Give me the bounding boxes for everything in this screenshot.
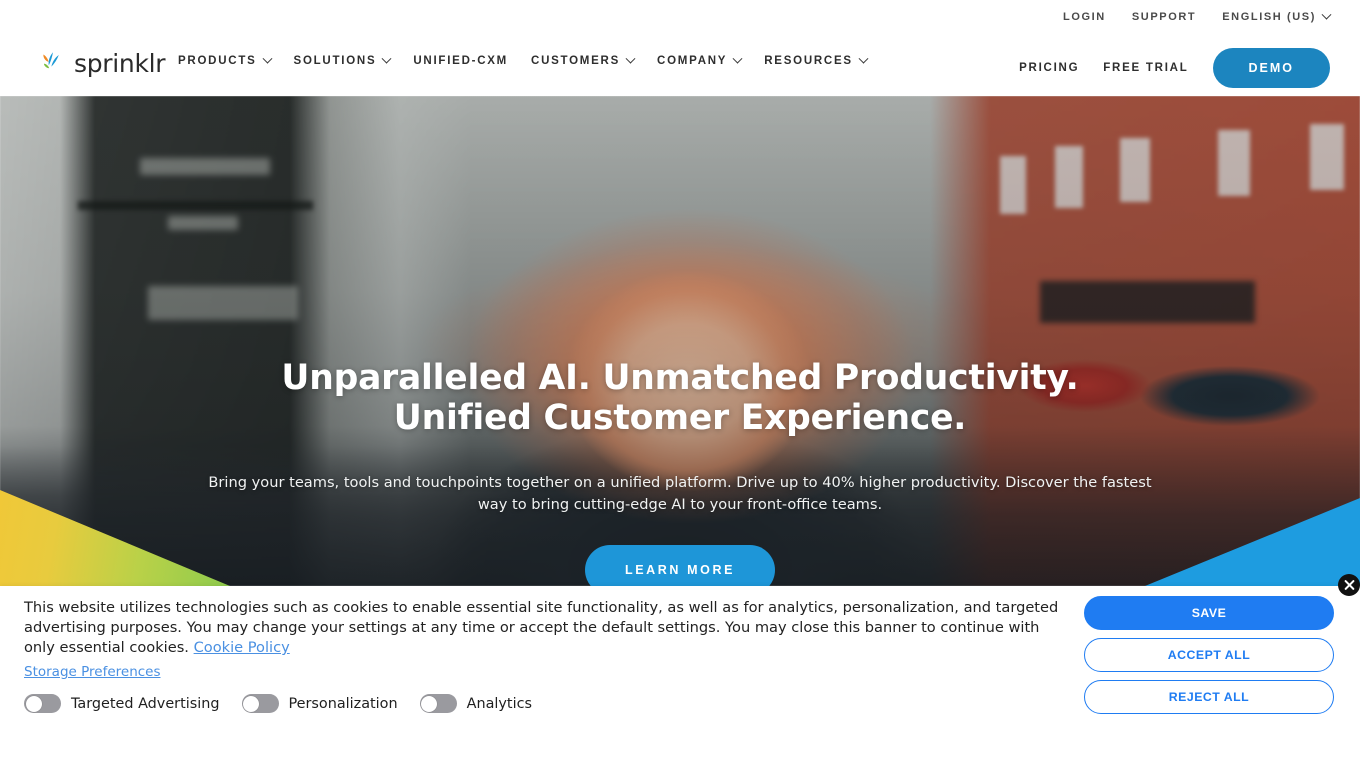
toggle-targeted-advertising[interactable]: Targeted Advertising <box>24 694 220 713</box>
nav-item-company-label: COMPANY <box>657 55 728 67</box>
sprinklr-logo[interactable]: sprinklr <box>40 48 166 78</box>
nav-item-products-label: PRODUCTS <box>178 55 257 67</box>
hero-content: Unparalleled AI. Unmatched Productivity.… <box>0 358 1360 586</box>
sprinklr-logo-icon <box>40 50 66 76</box>
chevron-down-icon <box>625 53 636 64</box>
cookie-banner-body: This website utilizes technologies such … <box>24 599 1059 656</box>
language-selector[interactable]: ENGLISH (US) <box>1222 9 1332 23</box>
cookie-policy-link[interactable]: Cookie Policy <box>194 639 290 656</box>
nav-item-company[interactable]: COMPANY <box>657 53 743 67</box>
hero-title: Unparalleled AI. Unmatched Productivity.… <box>0 358 1360 438</box>
demo-button[interactable]: DEMO <box>1212 48 1330 88</box>
reject-all-button[interactable]: REJECT ALL <box>1084 680 1334 714</box>
learn-more-button[interactable]: LEARN MORE <box>584 545 776 586</box>
hero-title-line-2: Unified Customer Experience. <box>393 398 967 438</box>
chevron-down-icon <box>262 53 272 64</box>
chevron-down-icon <box>732 53 743 64</box>
language-selector-label: ENGLISH (US) <box>1222 11 1316 23</box>
hero-subtitle: Bring your teams, tools and touchpoints … <box>208 474 1152 513</box>
nav-item-unified-cxm[interactable]: UNIFIED-CXM <box>413 55 508 67</box>
toggle-label: Targeted Advertising <box>71 695 220 712</box>
chevron-down-icon <box>1321 9 1332 20</box>
nav-item-solutions[interactable]: SOLUTIONS <box>293 53 392 67</box>
utility-nav: LOGIN SUPPORT ENGLISH (US) <box>1063 9 1332 23</box>
cookie-banner-text: This website utilizes technologies such … <box>24 598 1064 658</box>
save-button[interactable]: SAVE <box>1084 596 1334 630</box>
primary-nav: PRODUCTS SOLUTIONS UNIFIED-CXM CUSTOMERS… <box>178 53 869 67</box>
header-actions: PRICING FREE TRIAL DEMO <box>1019 48 1330 88</box>
utility-link-login[interactable]: LOGIN <box>1063 11 1106 23</box>
toggle-switch[interactable] <box>241 694 279 713</box>
storage-preferences-link[interactable]: Storage Preferences <box>24 664 161 680</box>
nav-link-free-trial[interactable]: FREE TRIAL <box>1103 62 1188 74</box>
toggle-label: Analytics <box>466 695 532 712</box>
nav-item-resources-label: RESOURCES <box>764 55 853 67</box>
nav-link-pricing[interactable]: PRICING <box>1019 62 1079 74</box>
nav-item-unified-cxm-label: UNIFIED-CXM <box>413 55 509 67</box>
hero-title-line-1: Unparalleled AI. Unmatched Productivity. <box>281 358 1079 398</box>
toggle-label: Personalization <box>288 695 398 712</box>
nav-item-solutions-label: SOLUTIONS <box>293 55 377 67</box>
chevron-down-icon <box>381 53 392 64</box>
toggle-switch[interactable] <box>419 694 457 713</box>
utility-link-support[interactable]: SUPPORT <box>1132 11 1196 23</box>
toggle-switch[interactable] <box>24 694 61 713</box>
cookie-consent-banner: This website utilizes technologies such … <box>0 574 1360 764</box>
chevron-down-icon <box>858 53 869 64</box>
nav-item-customers-label: CUSTOMERS <box>531 55 621 67</box>
nav-item-customers[interactable]: CUSTOMERS <box>531 53 636 67</box>
toggle-analytics[interactable]: Analytics <box>419 694 532 713</box>
site-header: LOGIN SUPPORT ENGLISH (US) sprinklr PROD… <box>0 0 1360 96</box>
sprinklr-logo-text: sprinklr <box>74 48 166 78</box>
accept-all-button[interactable]: ACCEPT ALL <box>1084 638 1334 672</box>
nav-item-products[interactable]: PRODUCTS <box>178 53 272 67</box>
cookie-banner-actions: SAVE ACCEPT ALL REJECT ALL <box>1084 596 1334 714</box>
cookie-toggle-group: Targeted Advertising Personalization Ana… <box>24 694 532 713</box>
toggle-personalization[interactable]: Personalization <box>241 694 398 713</box>
hero-section: Unparalleled AI. Unmatched Productivity.… <box>0 96 1360 586</box>
nav-item-resources[interactable]: RESOURCES <box>764 53 869 67</box>
page-root: LOGIN SUPPORT ENGLISH (US) sprinklr PROD… <box>0 0 1360 764</box>
close-icon[interactable] <box>1338 574 1360 596</box>
